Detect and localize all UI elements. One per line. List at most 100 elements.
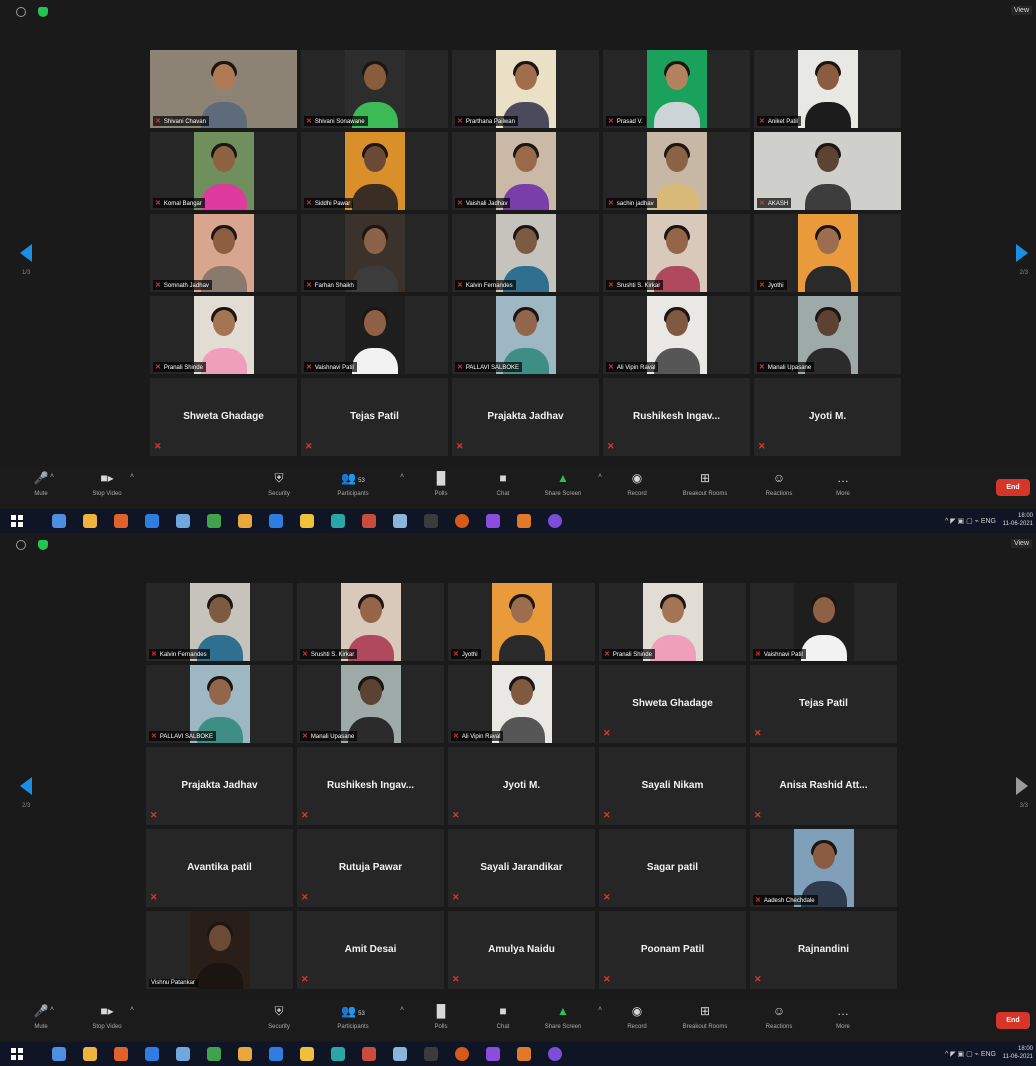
next-page-arrow[interactable] — [1016, 777, 1028, 795]
taskbar-app-icon[interactable] — [517, 1047, 531, 1061]
participant-tile[interactable]: ✕ Jyothi — [448, 583, 595, 661]
taskbar-app-icon[interactable] — [207, 514, 221, 528]
participant-tile[interactable]: Shweta Ghadage ✕ — [599, 665, 746, 743]
taskbar-app-icon[interactable] — [114, 514, 128, 528]
chevron-up-icon[interactable]: ˄ — [598, 473, 602, 480]
more-button[interactable]: … More — [820, 470, 866, 497]
chevron-up-icon[interactable]: ˄ — [400, 473, 404, 480]
participant-tile[interactable]: Sayali Jarandikar ✕ — [448, 829, 595, 907]
taskbar-app-icon[interactable] — [393, 1047, 407, 1061]
participant-tile[interactable]: ✕ Shivani Chavan — [150, 50, 297, 128]
taskbar-app-icon[interactable] — [548, 1047, 562, 1061]
end-meeting-button[interactable]: End — [996, 479, 1030, 496]
participant-tile[interactable]: ✕ Kalvin Fernandes — [452, 214, 599, 292]
participant-tile[interactable]: ✕ Prarthana Pailwan — [452, 50, 599, 128]
participant-tile[interactable]: ✕ Aniket Patil — [754, 50, 901, 128]
participant-tile[interactable]: ✕ Siddhi Pawar — [301, 132, 448, 210]
taskbar-app-icon[interactable] — [207, 1047, 221, 1061]
chevron-up-icon[interactable]: ˄ — [400, 1006, 404, 1013]
participant-tile[interactable]: Amit Desai ✕ — [297, 911, 444, 989]
taskbar-app-icon[interactable] — [393, 514, 407, 528]
participant-tile[interactable]: ✕ Jyothi — [754, 214, 901, 292]
chevron-up-icon[interactable]: ˄ — [50, 473, 54, 480]
taskbar-clock[interactable]: 18:00 11-06-2021 — [1003, 512, 1033, 528]
participant-tile[interactable]: Tejas Patil ✕ — [301, 378, 448, 456]
participant-tile[interactable]: Anisa Rashid Att... ✕ — [750, 747, 897, 825]
end-meeting-button[interactable]: End — [996, 1012, 1030, 1029]
encryption-shield-icon[interactable] — [38, 540, 48, 550]
participant-tile[interactable]: ✕ Manali Upasane — [297, 665, 444, 743]
taskbar-app-icon[interactable] — [331, 514, 345, 528]
participant-tile[interactable]: Rutuja Pawar ✕ — [297, 829, 444, 907]
participants-button[interactable]: 👥 53 Participants — [330, 470, 376, 497]
participant-tile[interactable]: ✕ Farhan Shaikh — [301, 214, 448, 292]
next-page-arrow[interactable] — [1016, 244, 1028, 262]
participant-tile[interactable]: ✕ Aadesh Chechdale — [750, 829, 897, 907]
breakout-rooms-button[interactable]: ⊞ Breakout Rooms — [682, 1003, 728, 1030]
participant-tile[interactable]: Rushikesh Ingav... ✕ — [297, 747, 444, 825]
taskbar-app-icon[interactable] — [238, 1047, 252, 1061]
participant-tile[interactable]: Avantika patil ✕ — [146, 829, 293, 907]
participant-tile[interactable]: Vishnu Patankar — [146, 911, 293, 989]
participant-tile[interactable]: ✕ Srushti S. Kirkar — [297, 583, 444, 661]
participant-tile[interactable]: Amulya Naidu ✕ — [448, 911, 595, 989]
taskbar-app-icon[interactable] — [455, 514, 469, 528]
participant-tile[interactable]: Rushikesh Ingav... ✕ — [603, 378, 750, 456]
windows-start-icon[interactable] — [10, 1047, 24, 1061]
chat-button[interactable]: ■ Chat — [480, 1003, 526, 1030]
participant-tile[interactable]: Sagar patil ✕ — [599, 829, 746, 907]
breakout-rooms-button[interactable]: ⊞ Breakout Rooms — [682, 470, 728, 497]
polls-button[interactable]: ▐▌ Polls — [418, 470, 464, 497]
taskbar-app-icon[interactable] — [455, 1047, 469, 1061]
taskbar-app-icon[interactable] — [238, 514, 252, 528]
previous-page-arrow[interactable] — [20, 244, 32, 262]
taskbar-app-icon[interactable] — [83, 1047, 97, 1061]
taskbar-app-icon[interactable] — [114, 1047, 128, 1061]
polls-button[interactable]: ▐▌ Polls — [418, 1003, 464, 1030]
participant-tile[interactable]: ✕ Manali Upasane — [754, 296, 901, 374]
encryption-shield-icon[interactable] — [38, 7, 48, 17]
taskbar-app-icon[interactable] — [269, 1047, 283, 1061]
participant-tile[interactable]: ✕ Kalvin Fernandes — [146, 583, 293, 661]
participant-tile[interactable]: ✕ Prasad V. — [603, 50, 750, 128]
chevron-up-icon[interactable]: ˄ — [50, 1006, 54, 1013]
taskbar-app-icon[interactable] — [300, 514, 314, 528]
security-button[interactable]: ⛨ Security — [256, 1003, 302, 1030]
taskbar-app-icon[interactable] — [517, 514, 531, 528]
security-button[interactable]: ⛨ Security — [256, 470, 302, 497]
participant-tile[interactable]: Rajnandini ✕ — [750, 911, 897, 989]
taskbar-app-icon[interactable] — [362, 1047, 376, 1061]
mute-button[interactable]: 🎤 Mute — [18, 1003, 64, 1030]
view-button[interactable]: View — [1010, 539, 1032, 548]
participant-tile[interactable]: ✕ Shivani Sonawane — [301, 50, 448, 128]
taskbar-app-icon[interactable] — [176, 514, 190, 528]
more-button[interactable]: … More — [820, 1003, 866, 1030]
system-tray[interactable]: ^ ◤ ▣ ▢ ⌁ ENG — [945, 1050, 996, 1058]
participant-tile[interactable]: Jyoti M. ✕ — [448, 747, 595, 825]
participant-tile[interactable]: ✕ Pranali Shinde — [599, 583, 746, 661]
participant-tile[interactable]: ✕ Somnath Jadhav — [150, 214, 297, 292]
chevron-up-icon[interactable]: ˄ — [130, 1006, 134, 1013]
participant-tile[interactable]: Jyoti M. ✕ — [754, 378, 901, 456]
info-icon[interactable] — [16, 540, 26, 550]
taskbar-app-icon[interactable] — [300, 1047, 314, 1061]
taskbar-app-icon[interactable] — [362, 514, 376, 528]
taskbar-app-icon[interactable] — [52, 1047, 66, 1061]
stop-video-button[interactable]: ■▸ Stop Video — [84, 470, 130, 497]
taskbar-app-icon[interactable] — [548, 514, 562, 528]
participant-tile[interactable]: ✕ sachin jadhav — [603, 132, 750, 210]
reactions-button[interactable]: ☺ Reactions — [756, 470, 802, 497]
participants-button[interactable]: 👥 53 Participants — [330, 1003, 376, 1030]
participant-tile[interactable]: Shweta Ghadage ✕ — [150, 378, 297, 456]
participant-tile[interactable]: ✕ Vaishali Jadhav — [452, 132, 599, 210]
taskbar-clock[interactable]: 18:00 11-06-2021 — [1003, 1045, 1033, 1061]
participant-tile[interactable]: Poonam Patil ✕ — [599, 911, 746, 989]
taskbar-app-icon[interactable] — [145, 514, 159, 528]
taskbar-app-icon[interactable] — [269, 514, 283, 528]
system-tray[interactable]: ^ ◤ ▣ ▢ ⌁ ENG — [945, 517, 996, 525]
mute-button[interactable]: 🎤 Mute — [18, 470, 64, 497]
participant-tile[interactable]: ✕ Ali Vipin Raval — [603, 296, 750, 374]
chat-button[interactable]: ■ Chat — [480, 470, 526, 497]
participant-tile[interactable]: Prajakta Jadhav ✕ — [146, 747, 293, 825]
participant-tile[interactable]: ✕ PALLAVI SALBOKE — [146, 665, 293, 743]
